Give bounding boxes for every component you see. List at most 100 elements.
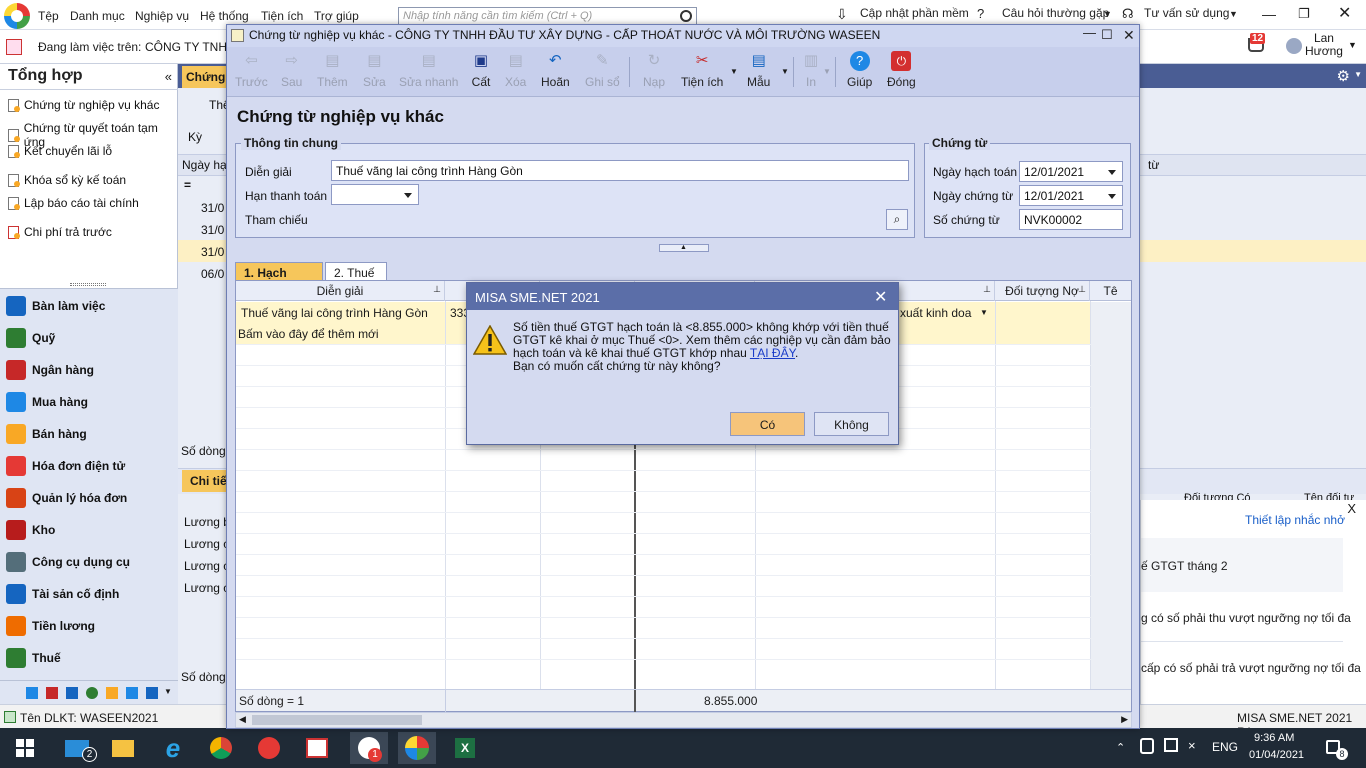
toolbar-edit-button[interactable]: ▤ Sửa: [363, 51, 386, 95]
utilities-dropdown-icon[interactable]: ▼: [730, 67, 738, 76]
app-icon[interactable]: [250, 732, 288, 764]
search-icon[interactable]: [680, 10, 692, 22]
restore-icon[interactable]: ❐: [1298, 6, 1310, 22]
app-icon[interactable]: [298, 732, 336, 764]
network-icon[interactable]: [1140, 738, 1154, 754]
menu-danh-muc[interactable]: Danh mục: [70, 9, 125, 23]
reminder-item-text[interactable]: g có số phải thu vượt ngưỡng nợ tối đa: [1141, 611, 1351, 625]
toolbar-cancel-button[interactable]: ↶ Hoãn: [541, 51, 570, 95]
shortcut-icon[interactable]: [106, 687, 118, 699]
dialog-close-icon[interactable]: ✕: [874, 287, 892, 306]
module-ban-hang[interactable]: Bán hàng: [0, 418, 178, 450]
ie-browser-icon[interactable]: e: [154, 732, 192, 764]
module-quan-ly-hoa-don[interactable]: Quản lý hóa đơn: [0, 482, 178, 514]
voucher-number-input[interactable]: NVK00002: [1019, 209, 1123, 230]
user-dropdown-icon[interactable]: ▼: [1348, 40, 1357, 50]
print-dropdown-icon[interactable]: ▼: [823, 67, 831, 76]
reminder-settings-link[interactable]: Thiết lập nhắc nhở: [1245, 513, 1345, 527]
clock-time[interactable]: 9:36 AM: [1254, 732, 1294, 744]
shortcut-icon[interactable]: [66, 687, 78, 699]
windows-start-icon[interactable]: [6, 732, 44, 764]
misa-taskbar-icon[interactable]: [398, 732, 436, 764]
faq-link[interactable]: Câu hỏi thường gặp: [1002, 6, 1109, 20]
add-new-row-label[interactable]: Bấm vào đây để thêm mới: [238, 327, 379, 341]
gear-icon[interactable]: ⚙: [1337, 67, 1350, 85]
tab-thue[interactable]: 2. Thuế: [325, 262, 387, 282]
sidebar-link-ket-chuyen[interactable]: Kết chuyển lãi lỗ: [8, 144, 112, 158]
menu-nghiep-vu[interactable]: Nghiệp vụ: [135, 9, 189, 23]
col-description[interactable]: Diễn giải ⊥: [236, 281, 445, 301]
menu-tro-giup[interactable]: Trợ giúp: [314, 9, 359, 23]
dialog-title-bar[interactable]: MISA SME.NET 2021 ✕: [467, 283, 898, 310]
row-description[interactable]: Thuế vãng lai công trình Hàng Gòn: [241, 306, 428, 320]
scroll-left-icon[interactable]: ◀: [239, 714, 246, 725]
toolbar-reload-button[interactable]: ↻ Nạp: [643, 51, 665, 95]
menu-tien-ich[interactable]: Tiện ích: [261, 9, 303, 23]
window-maximize-icon[interactable]: ☐: [1101, 27, 1119, 45]
reminder-close-icon[interactable]: X: [1347, 501, 1356, 516]
toolbar-close-button[interactable]: ⏻ Đóng: [887, 51, 916, 95]
no-button[interactable]: Không: [814, 412, 889, 436]
clock-date[interactable]: 01/04/2021: [1249, 749, 1304, 761]
pin-icon[interactable]: ⊥: [433, 284, 441, 295]
toolbar-utilities-button[interactable]: ✂ Tiện ích: [681, 51, 723, 95]
sidebar-link-nghiep-vu-khac[interactable]: Chứng từ nghiệp vụ khác: [8, 98, 159, 112]
menu-he-thong[interactable]: Hệ thống: [200, 9, 249, 23]
col-debit-object[interactable]: Đối tượng Nợ ⊥: [995, 281, 1090, 301]
module-ban-lam-viec[interactable]: Bàn làm việc: [0, 290, 178, 322]
sidebar-link-khoa-so[interactable]: Khóa sổ kỳ kế toán: [8, 173, 126, 187]
toolbar-post-button[interactable]: ✎ Ghi sổ: [585, 51, 620, 95]
minimize-icon[interactable]: —: [1262, 6, 1276, 22]
window-minimize-icon[interactable]: —: [1083, 25, 1101, 43]
toolbar-quick-edit-button[interactable]: ▤ Sửa nhanh: [399, 51, 458, 95]
faq-dropdown-icon[interactable]: ▼: [1103, 9, 1112, 19]
shortcut-icon[interactable]: [26, 687, 38, 699]
row-category-dropdown-icon[interactable]: ▼: [980, 308, 988, 317]
toolbar-help-button[interactable]: ? Giúp: [847, 51, 872, 95]
row-category[interactable]: xuất kinh doa: [900, 306, 971, 320]
tray-chevron-icon[interactable]: ⌃: [1116, 741, 1125, 754]
sidebar-splitter[interactable]: [70, 283, 106, 286]
update-link[interactable]: Cập nhật phần mềm: [860, 6, 969, 20]
yes-button[interactable]: Có: [730, 412, 805, 436]
advice-link[interactable]: Tư vấn sử dụng: [1144, 6, 1229, 20]
shortcut-icon[interactable]: [146, 687, 158, 699]
settings-dropdown-icon[interactable]: ▼: [1354, 70, 1362, 79]
collapse-icon[interactable]: «: [165, 69, 172, 84]
toolbar-add-button[interactable]: ▤ Thêm: [317, 51, 348, 95]
module-tien-luong[interactable]: Tiền lương: [0, 610, 178, 642]
avatar[interactable]: [1286, 38, 1302, 54]
advice-dropdown-icon[interactable]: ▼: [1229, 9, 1238, 19]
language-indicator[interactable]: ENG: [1212, 740, 1238, 754]
module-kho[interactable]: Kho: [0, 514, 178, 546]
background-tab[interactable]: Chứng: [182, 66, 230, 88]
file-explorer-icon[interactable]: [104, 732, 142, 764]
col-object-name[interactable]: Tê: [1090, 281, 1131, 301]
toolbar-template-button[interactable]: ▤ Mẫu: [747, 51, 770, 95]
user-name[interactable]: Lan Hương: [1305, 32, 1343, 58]
voucher-date-input[interactable]: 12/01/2021: [1019, 185, 1123, 206]
reminder-item-text[interactable]: cấp có số phải trả vượt ngưỡng nợ tối đa: [1141, 661, 1361, 675]
toolbar-print-button[interactable]: ▥ In: [801, 51, 821, 95]
sidebar-link-bao-cao[interactable]: Lập báo cáo tài chính: [8, 196, 139, 210]
scroll-thumb[interactable]: [252, 715, 422, 725]
toolbar-save-button[interactable]: ▣ Cất: [471, 51, 491, 95]
module-thue[interactable]: Thuế: [0, 642, 178, 674]
description-input[interactable]: Thuế vãng lai công trình Hàng Gòn: [331, 160, 909, 181]
shortcut-icon[interactable]: [46, 687, 58, 699]
volume-muted-icon[interactable]: ×: [1188, 738, 1196, 753]
filter-icon[interactable]: =: [184, 178, 191, 192]
panel-splitter[interactable]: ▲: [659, 244, 709, 252]
pin-icon[interactable]: ⊥: [1078, 284, 1086, 295]
toolbar-next-button[interactable]: ⇨ Sau: [281, 51, 302, 95]
menu-tep[interactable]: Tệp: [38, 9, 59, 23]
monitor-icon[interactable]: [1164, 738, 1178, 752]
sidebar-link-chi-phi[interactable]: Chi phí trả trước: [8, 225, 112, 239]
horizontal-scrollbar[interactable]: ◀ ▶: [235, 712, 1132, 728]
chrome-icon[interactable]: [202, 732, 240, 764]
tab-hach-toan[interactable]: 1. Hạch toán: [235, 262, 323, 294]
window-close-icon[interactable]: ✕: [1123, 27, 1141, 45]
module-cong-cu[interactable]: Công cụ dụng cụ: [0, 546, 178, 578]
module-ngan-hang[interactable]: Ngân hàng: [0, 354, 178, 386]
module-tai-san[interactable]: Tài sản cố định: [0, 578, 178, 610]
